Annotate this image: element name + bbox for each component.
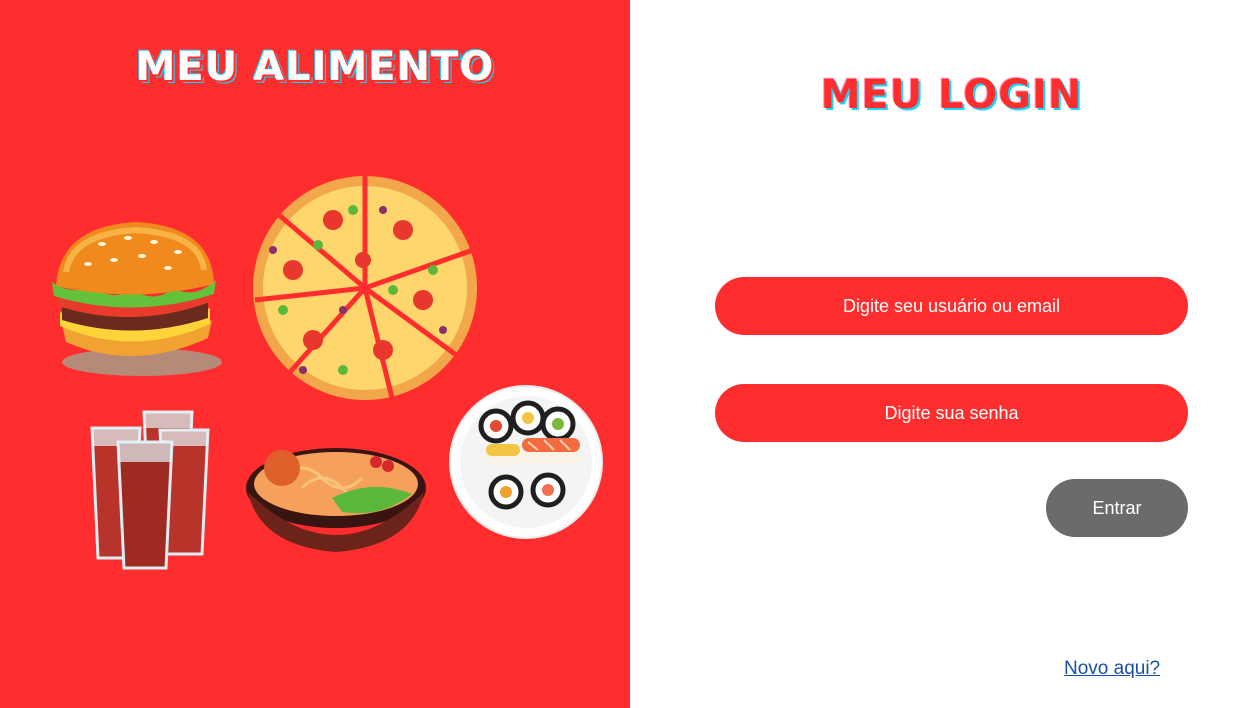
soda-glasses-illustration <box>90 410 210 570</box>
noodle-bowl-illustration <box>246 448 426 552</box>
username-input[interactable] <box>715 277 1188 335</box>
login-title: MEU LOGIN <box>820 72 1083 118</box>
signup-link[interactable]: Novo aqui? <box>1064 658 1160 680</box>
pizza-illustration <box>253 174 477 403</box>
password-input[interactable] <box>715 384 1188 442</box>
enter-button[interactable]: Entrar <box>1046 479 1188 537</box>
sushi-plate-illustration <box>449 385 603 539</box>
burger-illustration <box>52 222 222 376</box>
brand-title: MEU ALIMENTO <box>135 44 495 90</box>
